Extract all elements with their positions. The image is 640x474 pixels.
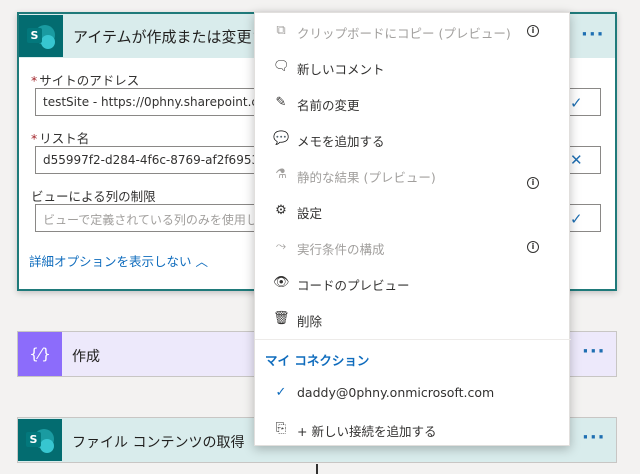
eye-icon: 👁 bbox=[273, 275, 290, 290]
info-icon[interactable]: i bbox=[527, 25, 539, 37]
view-limit-label: ビューによる列の制限 bbox=[31, 189, 156, 204]
more-options-button[interactable]: ··· bbox=[581, 24, 605, 45]
menu-item-delete[interactable]: 🗑 削除 bbox=[255, 305, 571, 335]
clear-icon[interactable]: ✕ bbox=[570, 151, 583, 169]
note-icon: 💬 bbox=[273, 131, 290, 146]
comment-icon: 🗨 bbox=[273, 59, 290, 74]
menu-item-rename[interactable]: ✎ 名前の変更 bbox=[255, 89, 571, 119]
trigger-card-title: アイテムが作成または変更さ bbox=[73, 28, 267, 46]
required-mark: * bbox=[31, 73, 38, 88]
hide-advanced-options-link[interactable]: 詳細オプションを表示しない ︿ bbox=[29, 251, 208, 270]
menu-item-run-after[interactable]: ⤳ 実行条件の構成 i bbox=[255, 233, 571, 263]
menu-item-settings[interactable]: ⚙ 設定 bbox=[255, 197, 571, 227]
copy-icon: ⧉ bbox=[276, 23, 286, 38]
menu-item-static-result[interactable]: ⚗ 静的な結果 (プレビュー) i bbox=[255, 161, 571, 191]
my-connections-heading: マイ コネクション bbox=[265, 353, 370, 368]
chevron-down-icon[interactable]: ✓ bbox=[570, 210, 583, 228]
link-icon: ⎘ bbox=[275, 421, 287, 436]
chevron-down-icon[interactable]: ✓ bbox=[570, 94, 583, 112]
compose-card-title: 作成 bbox=[72, 349, 100, 365]
flask-icon: ⚗ bbox=[275, 167, 287, 182]
required-mark: * bbox=[31, 131, 38, 146]
compose-icon: {⁄} bbox=[18, 332, 62, 376]
menu-divider bbox=[255, 339, 571, 340]
connection-account[interactable]: ✓ daddy@0phny.onmicrosoft.com bbox=[255, 379, 571, 409]
pencil-icon: ✎ bbox=[275, 95, 287, 110]
gear-icon: ⚙ bbox=[275, 203, 287, 218]
menu-item-peek-code[interactable]: 👁 コードのプレビュー bbox=[255, 269, 571, 299]
menu-item-new-comment[interactable]: 🗨 新しいコメント bbox=[255, 53, 571, 83]
file-content-card-title: ファイル コンテンツの取得 bbox=[72, 435, 245, 451]
more-options-button[interactable]: ··· bbox=[582, 427, 606, 448]
context-menu: ⧉ クリップボードにコピー (プレビュー) i 🗨 新しいコメント ✎ 名前の変… bbox=[254, 12, 571, 446]
sharepoint-icon: S bbox=[18, 419, 62, 461]
list-name-label: * リスト名 bbox=[31, 131, 90, 146]
menu-item-copy-clipboard[interactable]: ⧉ クリップボードにコピー (プレビュー) i bbox=[255, 17, 571, 47]
more-options-button[interactable]: ··· bbox=[582, 341, 606, 362]
flow-connector bbox=[316, 464, 318, 474]
chevron-up-icon: ︿ bbox=[195, 254, 209, 269]
sharepoint-icon: S bbox=[19, 15, 63, 57]
info-icon[interactable]: i bbox=[527, 177, 539, 189]
checkmark-icon: ✓ bbox=[275, 385, 287, 400]
menu-item-add-note[interactable]: 💬 メモを追加する bbox=[255, 125, 571, 155]
info-icon[interactable]: i bbox=[527, 241, 539, 253]
trash-icon: 🗑 bbox=[273, 311, 290, 326]
site-address-label: * サイトのアドレス bbox=[31, 73, 140, 88]
add-connection-button[interactable]: ⎘ + 新しい接続を追加する bbox=[255, 415, 571, 445]
run-after-icon: ⤳ bbox=[275, 239, 287, 254]
